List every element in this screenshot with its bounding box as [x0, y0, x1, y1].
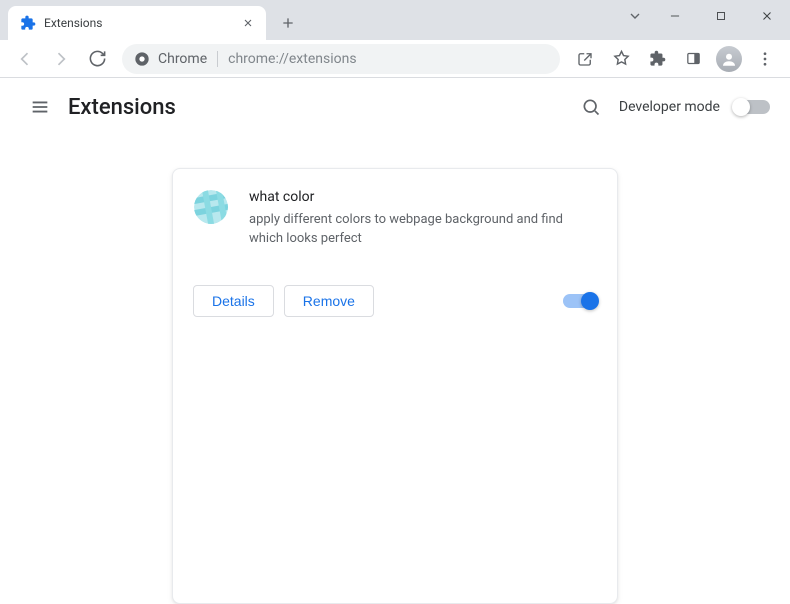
bookmark-button[interactable] — [604, 42, 638, 76]
back-button[interactable] — [8, 42, 42, 76]
search-button[interactable] — [577, 93, 605, 121]
omnibox-url: chrome://extensions — [228, 51, 356, 67]
address-bar[interactable]: Chrome chrome://extensions — [122, 44, 560, 74]
toolbar: Chrome chrome://extensions — [0, 40, 790, 78]
page-content: Extensions Developer mode — [0, 78, 790, 604]
extensions-button[interactable] — [640, 42, 674, 76]
avatar-icon — [716, 46, 742, 72]
tab-title: Extensions — [44, 16, 240, 30]
chrome-icon — [134, 51, 150, 67]
extension-description: apply different colors to webpage backgr… — [249, 211, 597, 249]
reload-button[interactable] — [80, 42, 114, 76]
forward-button[interactable] — [44, 42, 78, 76]
maximize-button[interactable] — [698, 0, 744, 32]
new-tab-button[interactable] — [274, 9, 302, 37]
hamburger-menu-button[interactable] — [20, 87, 60, 127]
extensions-list: what color apply different colors to web… — [0, 136, 790, 604]
titlebar: Extensions — [0, 0, 790, 40]
share-button[interactable] — [568, 42, 602, 76]
toggle-knob — [581, 292, 599, 310]
extension-icon — [193, 189, 229, 225]
header-right: Developer mode — [577, 93, 770, 121]
details-button[interactable]: Details — [193, 285, 274, 317]
extension-name: what color — [249, 189, 597, 205]
close-window-button[interactable] — [744, 0, 790, 32]
omnibox-label: Chrome — [158, 51, 207, 67]
card-text: what color apply different colors to web… — [249, 189, 597, 249]
extension-card: what color apply different colors to web… — [172, 168, 618, 604]
card-actions: Details Remove — [193, 285, 597, 317]
remove-button[interactable]: Remove — [284, 285, 374, 317]
toggle-knob — [732, 98, 750, 116]
sidepanel-button[interactable] — [676, 42, 710, 76]
profile-button[interactable] — [712, 42, 746, 76]
tab-dropdown-button[interactable] — [618, 0, 652, 32]
puzzle-icon — [20, 15, 36, 31]
browser-window: Extensions — [0, 0, 790, 604]
developer-mode-toggle[interactable] — [734, 100, 770, 114]
omnibox-separator — [217, 51, 218, 67]
developer-mode-label: Developer mode — [619, 99, 720, 115]
menu-button[interactable] — [748, 42, 782, 76]
card-top: what color apply different colors to web… — [193, 189, 597, 249]
window-controls — [618, 0, 790, 40]
active-tab[interactable]: Extensions — [8, 6, 266, 40]
page-header: Extensions Developer mode — [0, 78, 790, 136]
minimize-button[interactable] — [652, 0, 698, 32]
tab-close-button[interactable] — [240, 15, 256, 31]
extension-enable-toggle[interactable] — [563, 294, 597, 308]
page-title: Extensions — [68, 95, 176, 120]
